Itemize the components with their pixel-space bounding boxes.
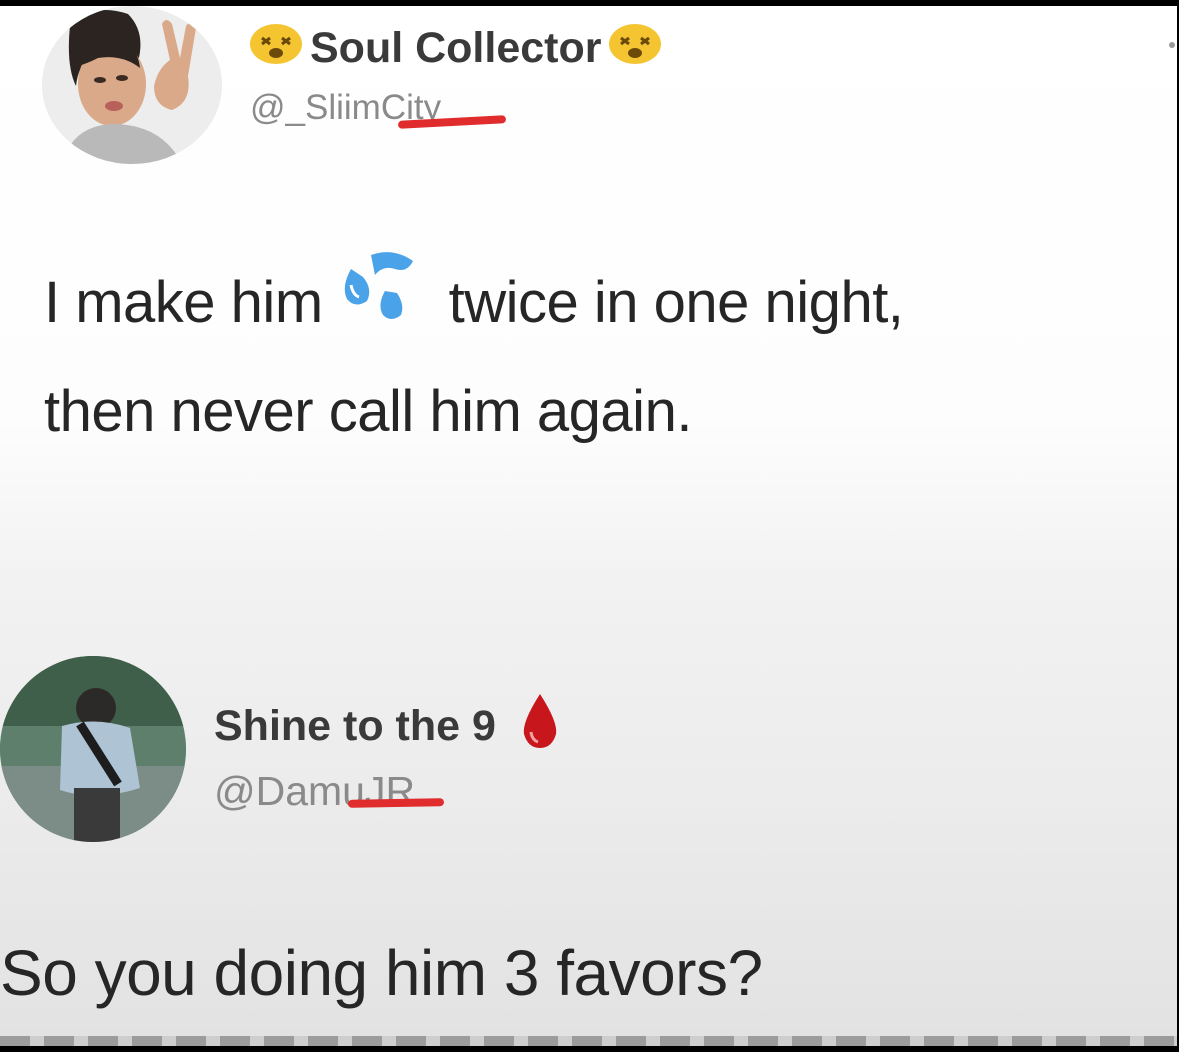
more-options-icon[interactable] xyxy=(1169,42,1175,48)
cropped-text-strip xyxy=(0,1036,1177,1046)
redaction-mark xyxy=(347,798,445,808)
display-name-text: Shine to the 9 xyxy=(214,702,496,750)
dizzy-face-icon xyxy=(248,20,304,77)
user-photo-icon xyxy=(0,656,186,842)
avatar[interactable] xyxy=(42,6,222,164)
display-name[interactable]: Soul Collector xyxy=(248,20,663,77)
sweat-droplets-icon xyxy=(337,247,423,355)
user-photo-icon xyxy=(42,6,222,164)
screenshot: Soul Collector @_SliimCity I make him tw… xyxy=(0,6,1177,1046)
drop-of-blood-icon xyxy=(518,692,562,761)
reply-text: So you doing him 3 favors? xyxy=(0,937,763,1009)
user-handle[interactable]: @DamuJR xyxy=(214,768,415,815)
tweet-text-start: I make him xyxy=(44,270,323,335)
avatar[interactable] xyxy=(0,656,186,842)
tweet-text-line-2: then never call him again. xyxy=(44,378,692,444)
tweet-text: I make him twice in one night, then neve… xyxy=(44,251,1164,463)
dizzy-face-icon xyxy=(607,20,663,77)
tweet-text-line-1: I make him twice in one night, xyxy=(44,251,1164,361)
display-name[interactable]: Shine to the 9 xyxy=(214,692,562,761)
display-name-text: Soul Collector xyxy=(310,24,602,72)
tweet-text-end: twice in one night, xyxy=(448,270,904,335)
